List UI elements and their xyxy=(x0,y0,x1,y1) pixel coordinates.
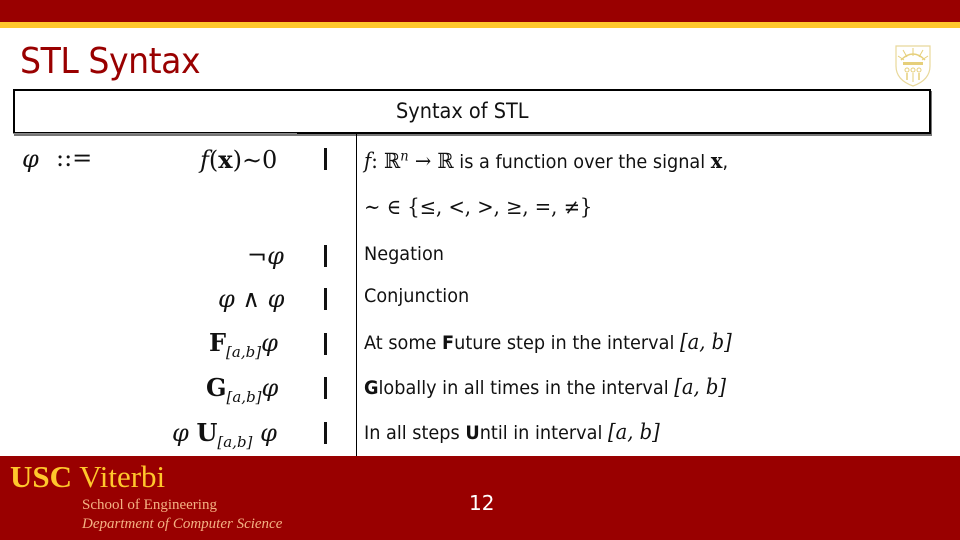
footer-department: Department of Computer Science xyxy=(82,516,283,532)
description-conjunction: Conjunction xyxy=(364,285,470,307)
description-globally: Globally in all times in the interval [a… xyxy=(364,375,727,399)
top-gold-stripe xyxy=(0,22,960,28)
column-divider xyxy=(356,133,357,456)
footer-school: School of Engineering xyxy=(82,497,217,513)
usc-seal-icon xyxy=(895,45,931,87)
formula-globally: G[a,b]φ xyxy=(206,373,279,406)
separator-bar xyxy=(324,422,327,444)
formula-future: F[a,b]φ xyxy=(209,328,278,361)
separator-bar xyxy=(324,333,327,355)
separator-bar xyxy=(324,377,327,399)
formula-until: φ U[a,b] φ xyxy=(172,418,277,451)
formula-negation: ¬φ xyxy=(247,242,284,270)
lhs-phi: φ xyxy=(22,145,39,173)
description-negation: Negation xyxy=(364,243,444,265)
formula-predicate: f(x)∼0 xyxy=(200,145,278,174)
define-symbol: ::= xyxy=(56,144,93,172)
separator-bar xyxy=(324,148,327,170)
separator-bar xyxy=(324,288,327,310)
separator-bar xyxy=(324,245,327,267)
page-number: 12 xyxy=(469,491,495,515)
formula-conjunction: φ ∧ φ xyxy=(218,285,285,313)
description-future: At some Future step in the interval [a, … xyxy=(364,330,732,354)
description-relations: ∼ ∈ {≤, <, >, ≥, =, ≠} xyxy=(364,195,593,219)
table-caption: Syntax of STL xyxy=(396,99,529,123)
slide-title: STL Syntax xyxy=(20,41,201,82)
footer-logo-text: USC Viterbi xyxy=(10,459,166,494)
table-top-rule xyxy=(13,133,297,134)
description-predicate: f: ℝn → ℝ is a function over the signal … xyxy=(364,148,729,173)
top-banner xyxy=(0,0,960,22)
description-until: In all steps Until in interval [a, b] xyxy=(364,420,660,444)
